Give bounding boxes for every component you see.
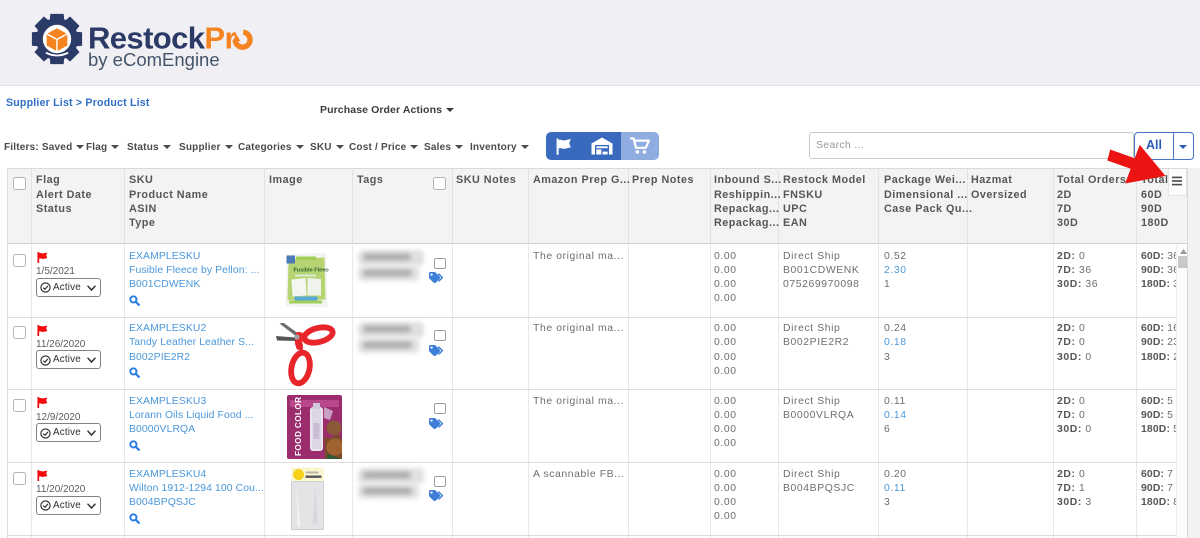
svg-text:Fusible Fleece: Fusible Fleece bbox=[294, 268, 330, 274]
svg-text:by eComEngine: by eComEngine bbox=[88, 49, 220, 70]
svg-text:FOOD COLOR: FOOD COLOR bbox=[294, 397, 303, 457]
